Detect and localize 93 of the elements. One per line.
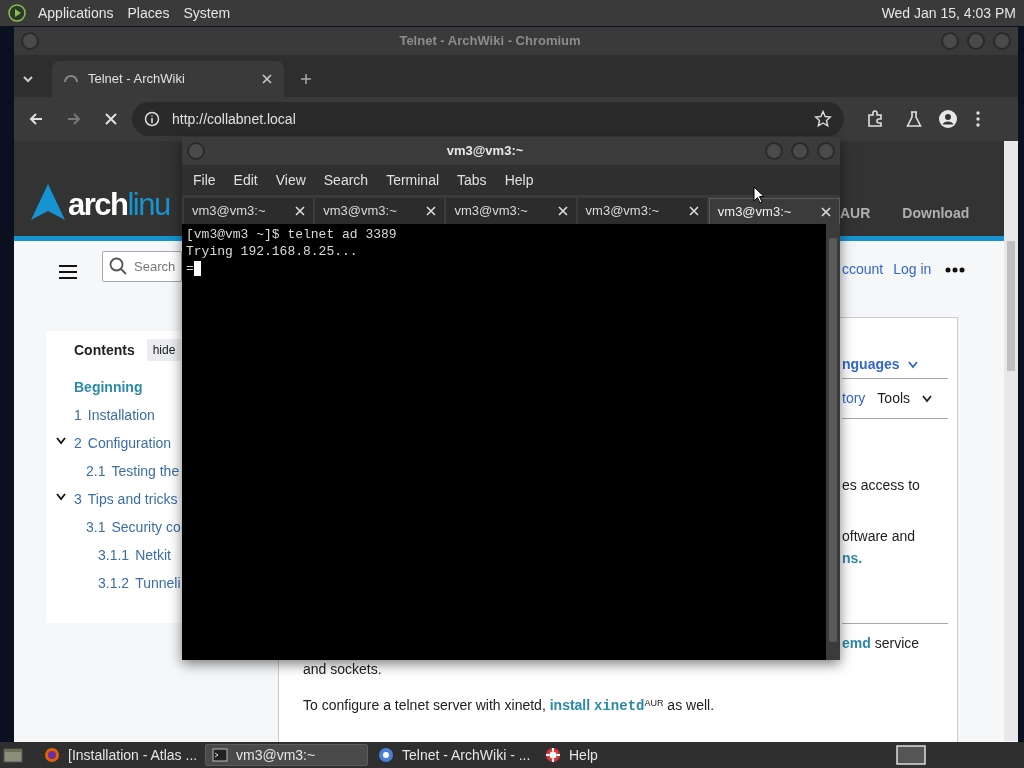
lifebuoy-icon — [545, 747, 561, 763]
close-icon[interactable] — [688, 206, 699, 216]
info-icon — [144, 111, 160, 127]
close-icon[interactable] — [295, 206, 306, 216]
plus-icon[interactable] — [300, 73, 312, 85]
text-fragment: es access to — [842, 476, 920, 495]
flask-icon[interactable] — [906, 110, 922, 128]
close-icon[interactable] — [262, 74, 272, 84]
contents-link[interactable]: 2.1 Testing the — [86, 460, 180, 482]
chevron-down-icon[interactable] — [22, 73, 34, 85]
contents-title: Contents — [74, 340, 135, 360]
arch-logo-icon — [30, 183, 66, 221]
panel-menu[interactable]: Places — [125, 2, 172, 24]
taskbar-button[interactable]: Help — [539, 744, 659, 766]
scrollbar[interactable] — [826, 224, 840, 660]
terminal-icon — [212, 747, 228, 763]
contents-link[interactable]: 3.1 Security co — [86, 516, 181, 538]
menu-item[interactable]: Edit — [224, 169, 267, 191]
address-bar[interactable]: http://collabnet.local — [132, 102, 844, 136]
terminal-tab[interactable]: vm3@vm3:~ — [446, 198, 576, 224]
window-title: vm3@vm3:~ — [445, 142, 525, 161]
menu-item[interactable]: File — [184, 169, 225, 191]
cursor — [193, 261, 201, 276]
chevron-icon[interactable] — [56, 437, 66, 445]
mouse-pointer-icon — [753, 186, 765, 204]
scrollbar-thumb[interactable] — [1007, 241, 1015, 371]
show-desktop-icon[interactable] — [2, 745, 24, 765]
text-link[interactable]: ns. — [842, 547, 920, 569]
window-title: Telnet - ArchWiki - Chromium — [398, 32, 582, 51]
extensions-icon[interactable] — [866, 110, 884, 128]
text-fragment: service — [874, 634, 920, 653]
nav-link[interactable]: Download — [902, 203, 970, 224]
more-icon[interactable] — [945, 266, 966, 273]
close-icon[interactable] — [426, 206, 437, 216]
logo-text: linu — [127, 189, 170, 221]
contents-link[interactable]: 3 Tips and tricks — [74, 488, 178, 510]
search-field[interactable]: Search — [102, 251, 182, 282]
menu-item[interactable]: Terminal — [377, 169, 449, 191]
profile-icon[interactable] — [938, 109, 958, 129]
chevron-icon[interactable] — [56, 493, 66, 501]
languages-button[interactable]: nguages — [842, 354, 900, 375]
contents-link[interactable]: 1 Installation — [74, 404, 155, 426]
taskbar-button[interactable]: [Installation - Atlas ... — [38, 744, 201, 766]
star-icon[interactable] — [814, 110, 832, 128]
chevron-down-icon[interactable] — [922, 394, 933, 403]
stop-icon[interactable] — [104, 112, 118, 126]
panel-menu[interactable]: Applications — [36, 2, 116, 24]
paragraph: To configure a telnet server with xinetd, install xinetd$^{AUR}$ as well. — [303, 696, 715, 716]
menu-item[interactable]: Help — [495, 169, 543, 191]
logo-text: arch — [68, 189, 128, 221]
browser-tab[interactable]: Telnet - ArchWiki — [52, 61, 284, 97]
menu-logo-icon — [8, 4, 26, 22]
panel-menu[interactable]: System — [181, 2, 233, 24]
browser-icon — [378, 747, 394, 763]
terminal-tab[interactable]: vm3@vm3:~ — [577, 198, 707, 224]
menu-item[interactable]: View — [266, 169, 315, 191]
install-link[interactable]: install xinetd$^{AUR}$ — [549, 697, 664, 713]
more-menu-icon[interactable] — [976, 111, 980, 127]
back-icon[interactable] — [28, 111, 44, 127]
terminal-line: Trying 192.168.8.25... — [186, 243, 358, 260]
terminal-tab[interactable]: vm3@vm3:~ — [708, 198, 840, 224]
scrollbar[interactable] — [1004, 141, 1018, 741]
workspace-switcher-icon[interactable] — [896, 745, 926, 765]
menu-icon[interactable] — [58, 264, 78, 280]
tools-menu[interactable]: Tools — [877, 388, 911, 409]
search-icon — [109, 257, 127, 275]
loading-spinner-icon — [64, 75, 78, 83]
terminal-tab[interactable]: vm3@vm3:~ — [315, 198, 445, 224]
taskbar-button[interactable]: vm3@vm3:~ — [205, 744, 368, 766]
menu-item[interactable]: Search — [314, 169, 378, 191]
history-tab[interactable]: tory — [842, 388, 866, 409]
scrollbar-thumb[interactable] — [829, 238, 837, 642]
clock: Wed Jan 15, 4:03 PM — [881, 3, 1016, 23]
browser-icon — [44, 747, 60, 763]
terminal-line: = — [186, 260, 194, 277]
contents-link[interactable]: 2 Configuration — [74, 432, 172, 454]
terminal-tab[interactable]: vm3@vm3:~ — [184, 198, 314, 224]
text-fragment: oftware and — [842, 527, 917, 546]
contents-link[interactable]: Beginning — [74, 376, 143, 398]
close-icon[interactable] — [557, 206, 568, 216]
account-link[interactable]: ccount — [842, 259, 884, 280]
text-link[interactable]: emd — [842, 633, 871, 654]
hide-button[interactable]: hide — [146, 339, 182, 361]
forward-icon[interactable] — [66, 111, 82, 127]
paragraph: and sockets. — [303, 660, 382, 679]
contents-link[interactable]: 3.1.1 Netkit — [98, 544, 171, 566]
close-icon[interactable] — [821, 206, 831, 217]
terminal-line: [vm3@vm3 ~]$ telnet ad 3389 — [186, 226, 397, 243]
contents-link[interactable]: 3.1.2 Tunneli — [98, 572, 181, 594]
account-link[interactable]: Log in — [893, 259, 932, 280]
menu-item[interactable]: Tabs — [448, 169, 496, 191]
nav-link[interactable]: AUR — [840, 203, 871, 224]
taskbar-button[interactable]: Telnet - ArchWiki - ... — [372, 744, 535, 766]
